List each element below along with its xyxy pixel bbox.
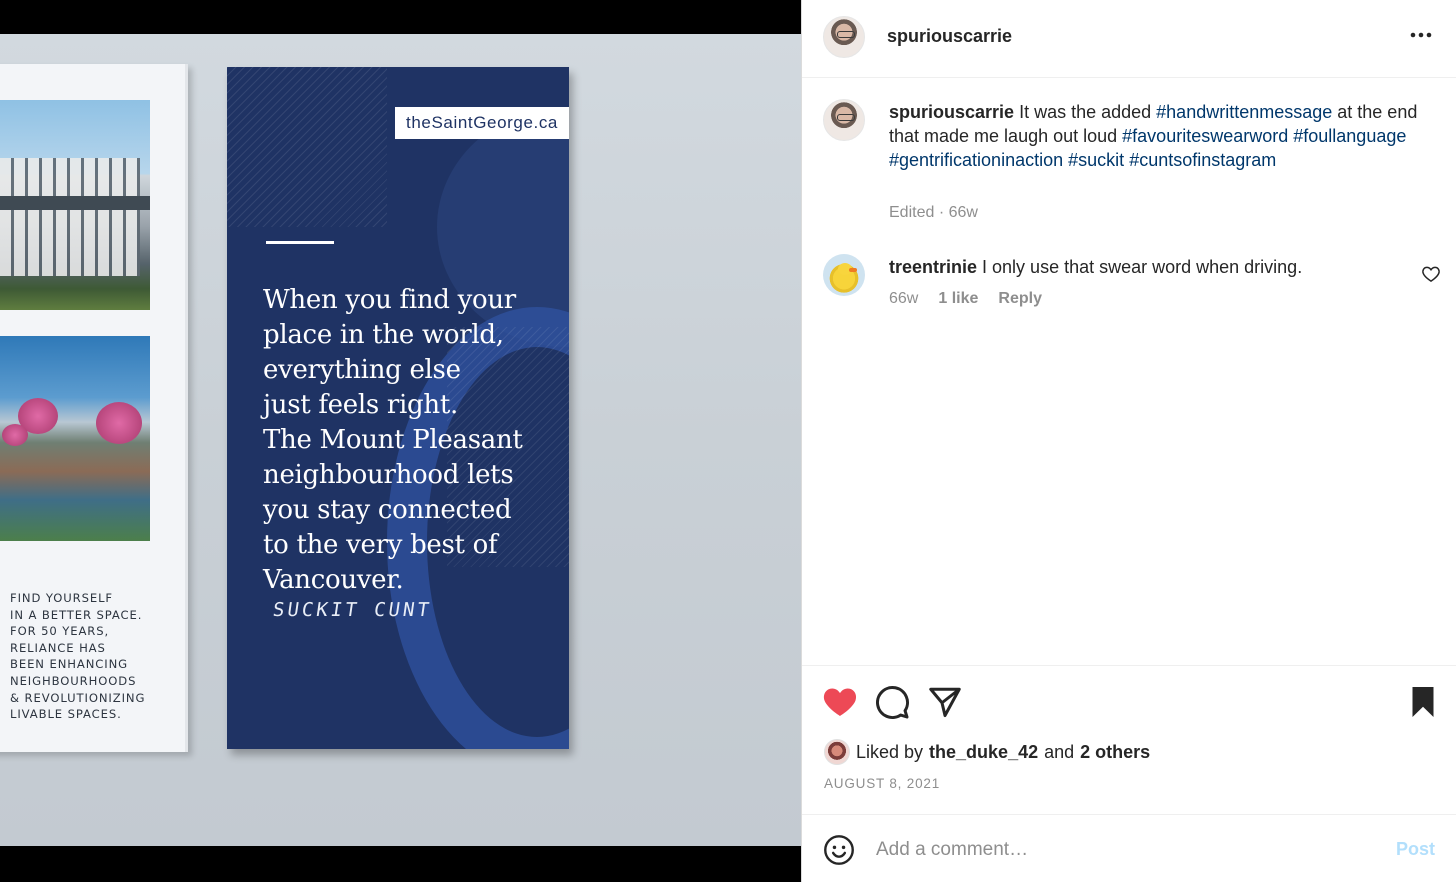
more-horizontal-icon: [1410, 32, 1432, 38]
comment-age[interactable]: 66w: [889, 290, 918, 308]
comment-reply-button[interactable]: Reply: [998, 290, 1042, 308]
comment: treentrinie I only use that swear word w…: [889, 255, 1409, 279]
hashtag-favouriteswearword[interactable]: #favouriteswearword: [1122, 126, 1288, 146]
left-panel-text: FIND YOURSELF IN A BETTER SPACE. FOR 50 …: [10, 591, 146, 722]
townhouse-render-image: [0, 100, 150, 310]
like-heart-icon[interactable]: [822, 684, 858, 720]
edited-label: Edited: [889, 204, 935, 221]
bookmark-saved-icon[interactable]: [1405, 684, 1441, 720]
comment-text: I only use that swear word when driving.: [977, 257, 1303, 277]
post-comment-button[interactable]: Post: [1396, 839, 1435, 860]
caption-text-1: It was the added: [1014, 102, 1157, 122]
post-caption: spuriouscarrie It was the added #handwri…: [889, 100, 1429, 172]
commenter-username[interactable]: treentrinie: [889, 257, 977, 277]
liker-avatar[interactable]: [824, 739, 850, 765]
saint-george-sign: theSaintGeorge.ca When you find your pla…: [227, 67, 569, 749]
comment-bar: Post: [802, 814, 1456, 882]
comment-bubble-icon[interactable]: [874, 684, 910, 720]
handwritten-graffiti: SUCKIT CUNT: [271, 599, 434, 621]
left-billboard-panel: FIND YOURSELF IN A BETTER SPACE. FOR 50 …: [0, 64, 188, 752]
likes-others-link[interactable]: 2 others: [1080, 742, 1150, 763]
commenter-avatar[interactable]: [823, 254, 865, 296]
hashtag-suckit[interactable]: #suckit: [1068, 150, 1124, 170]
caption-age[interactable]: 66w: [949, 204, 978, 221]
post-photo-pane: FIND YOURSELF IN A BETTER SPACE. FOR 50 …: [0, 0, 801, 882]
share-send-icon[interactable]: [927, 684, 963, 720]
liked-by-row: Liked by the_duke_42 and 2 others: [824, 739, 1150, 765]
comment-meta: 66w 1 like Reply: [889, 290, 1042, 308]
post-actions: Liked by the_duke_42 and 2 others AUGUST…: [802, 665, 1456, 815]
hashtag-foullanguage[interactable]: #foullanguage: [1293, 126, 1406, 146]
sign-quote: When you find your place in the world, e…: [263, 285, 523, 595]
post-sidebar: spuriouscarrie spuriouscarrie It was the…: [801, 0, 1456, 882]
post-photo[interactable]: FIND YOURSELF IN A BETTER SPACE. FOR 50 …: [0, 34, 801, 846]
hashtag-handwrittenmessage[interactable]: #handwrittenmessage: [1156, 102, 1332, 122]
author-avatar[interactable]: [823, 16, 865, 58]
sign-divider: [266, 241, 334, 244]
hashtag-gentrificationinaction[interactable]: #gentrificationinaction: [889, 150, 1063, 170]
caption-username[interactable]: spuriouscarrie: [889, 102, 1014, 122]
courtyard-render-image: [0, 336, 150, 541]
hashtag-cuntsofinstagram[interactable]: #cuntsofinstagram: [1129, 150, 1276, 170]
liker-username[interactable]: the_duke_42: [929, 742, 1038, 763]
post-header: spuriouscarrie: [802, 0, 1456, 78]
liked-by-label: Liked by: [856, 741, 924, 762]
caption-author-avatar[interactable]: [823, 99, 865, 141]
comment-likes[interactable]: 1 like: [938, 290, 978, 308]
comment-like-heart-icon[interactable]: [1421, 264, 1441, 284]
more-options-button[interactable]: [1408, 22, 1434, 48]
sign-url-label: theSaintGeorge.ca: [395, 107, 569, 139]
emoji-smiley-icon[interactable]: [823, 834, 855, 866]
post-date[interactable]: AUGUST 8, 2021: [824, 776, 940, 791]
author-username[interactable]: spuriouscarrie: [887, 26, 1012, 47]
comment-input[interactable]: [876, 833, 1376, 867]
caption-meta: Edited · 66w: [889, 204, 978, 221]
